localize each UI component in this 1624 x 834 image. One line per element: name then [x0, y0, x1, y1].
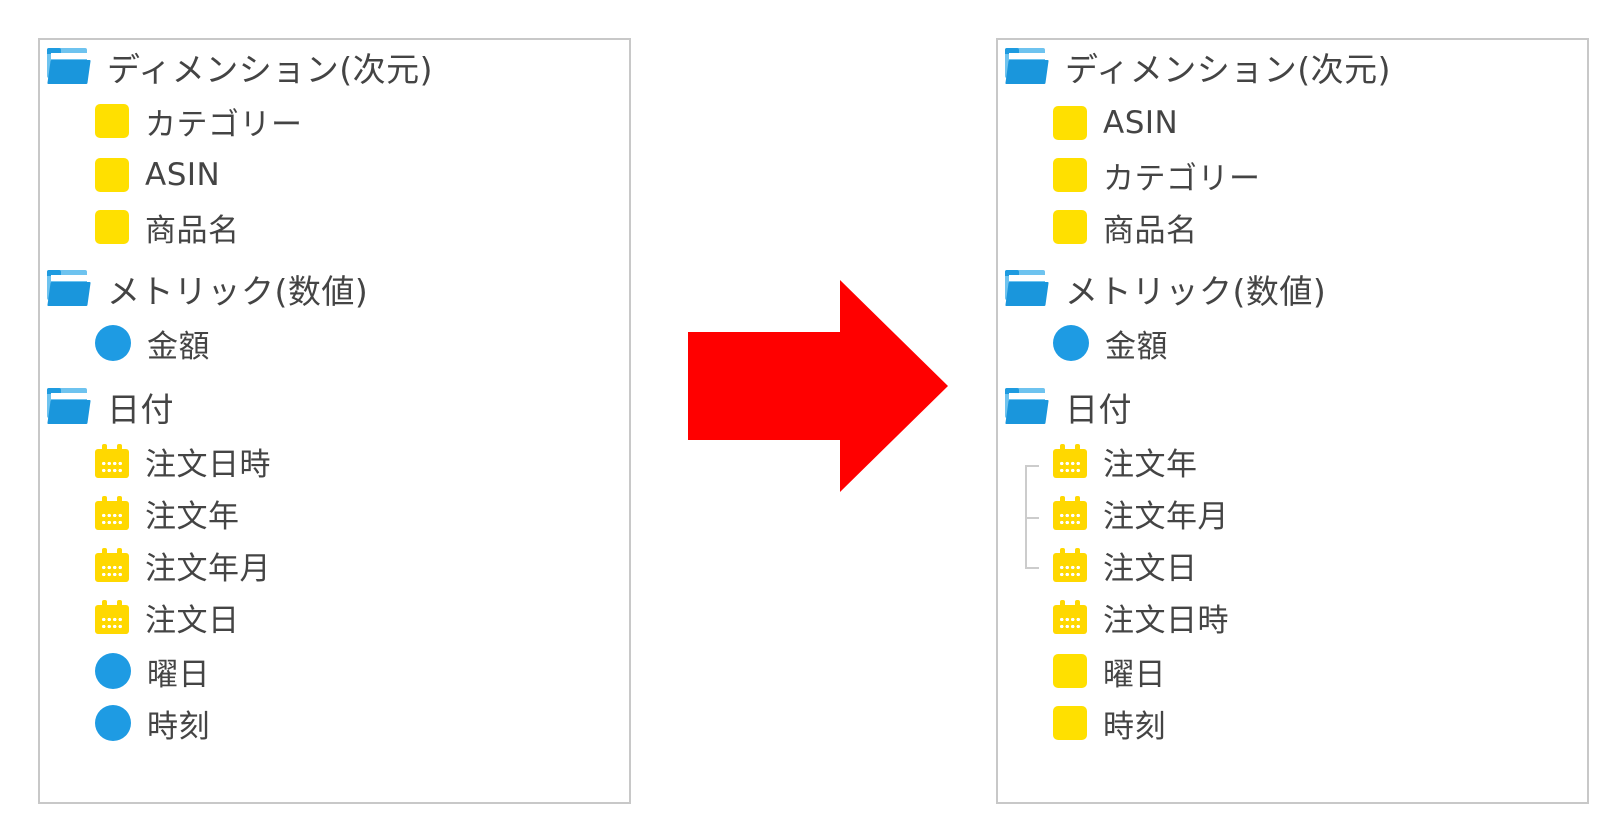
calendar-icon — [95, 496, 129, 530]
tree-field-order-day[interactable]: 注文日 — [1053, 538, 1198, 592]
folder-icon — [1005, 388, 1049, 426]
field-label: ASIN — [145, 157, 221, 193]
tree-field-time[interactable]: 時刻 — [1053, 696, 1166, 750]
calendar-icon — [1053, 496, 1087, 530]
tree-field-time[interactable]: 時刻 — [95, 696, 210, 750]
calendar-icon — [95, 600, 129, 634]
field-label: 注文年月 — [1103, 498, 1229, 535]
folder-icon — [1005, 48, 1049, 86]
field-label: 金額 — [1105, 328, 1168, 365]
field-label: 注文日時 — [145, 446, 271, 483]
dimension-square-icon — [95, 104, 129, 138]
field-label: 注文日 — [1103, 550, 1198, 587]
connector-tick — [1027, 465, 1039, 467]
field-label: ASIN — [1103, 105, 1179, 141]
tree-field-amount[interactable]: 金額 — [1053, 316, 1168, 370]
folder-label: 日付 — [107, 390, 174, 429]
tree-field-amount[interactable]: 金額 — [95, 316, 210, 370]
field-label: カテゴリー — [145, 106, 303, 143]
tree-field-category[interactable]: カテゴリー — [1053, 148, 1261, 202]
dimension-square-icon — [1053, 106, 1087, 140]
dimension-square-icon — [1053, 654, 1087, 688]
calendar-icon — [1053, 600, 1087, 634]
right-arrow-icon — [688, 280, 948, 492]
dimension-square-icon — [1053, 158, 1087, 192]
folder-icon — [47, 48, 91, 86]
field-label: 注文日時 — [1103, 602, 1229, 639]
calendar-icon — [1053, 444, 1087, 478]
tree-folder-date[interactable]: 日付 — [1005, 380, 1132, 434]
tree-field-asin[interactable]: ASIN — [1053, 96, 1178, 150]
field-label: 曜日 — [147, 656, 210, 693]
tree-field-asin[interactable]: ASIN — [95, 148, 220, 202]
tree-field-order-year-month[interactable]: 注文年月 — [95, 538, 271, 592]
metric-circle-icon — [95, 325, 131, 361]
tree-field-order-year[interactable]: 注文年 — [1053, 434, 1198, 488]
folder-icon — [47, 270, 91, 308]
tree-field-category[interactable]: カテゴリー — [95, 94, 303, 148]
folder-icon — [47, 388, 91, 426]
tree-field-product-name[interactable]: 商品名 — [95, 200, 240, 254]
tree-folder-dimensions[interactable]: ディメンション(次元) — [1005, 40, 1391, 94]
field-label: 注文年 — [145, 498, 240, 535]
tree-field-weekday[interactable]: 曜日 — [1053, 644, 1166, 698]
metric-circle-icon — [95, 653, 131, 689]
folder-label: メトリック(数値) — [1065, 272, 1327, 311]
tree-folder-metrics[interactable]: メトリック(数値) — [47, 262, 368, 316]
tree-field-order-datetime[interactable]: 注文日時 — [1053, 590, 1229, 644]
folder-label: ディメンション(次元) — [107, 50, 433, 89]
field-label: 注文日 — [145, 602, 240, 639]
folder-label: メトリック(数値) — [107, 272, 369, 311]
metric-circle-icon — [95, 705, 131, 741]
field-label: 時刻 — [1103, 708, 1166, 745]
field-label: 金額 — [147, 328, 210, 365]
tree-folder-metrics[interactable]: メトリック(数値) — [1005, 262, 1326, 316]
folder-label: 日付 — [1065, 390, 1132, 429]
folder-label: ディメンション(次元) — [1065, 50, 1391, 89]
tree-folder-date[interactable]: 日付 — [47, 380, 174, 434]
tree-field-weekday[interactable]: 曜日 — [95, 644, 210, 698]
field-label: カテゴリー — [1103, 160, 1261, 197]
connector-tick — [1027, 517, 1039, 519]
metric-circle-icon — [1053, 325, 1089, 361]
calendar-icon — [95, 548, 129, 582]
dimension-square-icon — [95, 158, 129, 192]
tree-field-order-year-month[interactable]: 注文年月 — [1053, 486, 1229, 540]
tree-field-product-name[interactable]: 商品名 — [1053, 200, 1198, 254]
calendar-icon — [95, 444, 129, 478]
tree-field-order-year[interactable]: 注文年 — [95, 486, 240, 540]
tree-field-order-datetime[interactable]: 注文日時 — [95, 434, 271, 488]
field-tree-panel-before: ディメンション(次元) カテゴリー ASIN 商品名 メトリック(数値) 金額 … — [38, 38, 631, 804]
tree-field-order-day[interactable]: 注文日 — [95, 590, 240, 644]
dimension-square-icon — [95, 210, 129, 244]
folder-icon — [1005, 270, 1049, 308]
connector-tick — [1027, 567, 1039, 569]
field-label: 注文年月 — [145, 550, 271, 587]
field-label: 曜日 — [1103, 656, 1166, 693]
field-label: 時刻 — [147, 708, 210, 745]
field-label: 注文年 — [1103, 446, 1198, 483]
tree-folder-dimensions[interactable]: ディメンション(次元) — [47, 40, 433, 94]
calendar-icon — [1053, 548, 1087, 582]
field-label: 商品名 — [145, 212, 240, 249]
field-tree-panel-after: ディメンション(次元) ASIN カテゴリー 商品名 メトリック(数値) 金額 … — [996, 38, 1589, 804]
dimension-square-icon — [1053, 210, 1087, 244]
dimension-square-icon — [1053, 706, 1087, 740]
tree-group-connector — [1025, 465, 1039, 569]
field-label: 商品名 — [1103, 212, 1198, 249]
